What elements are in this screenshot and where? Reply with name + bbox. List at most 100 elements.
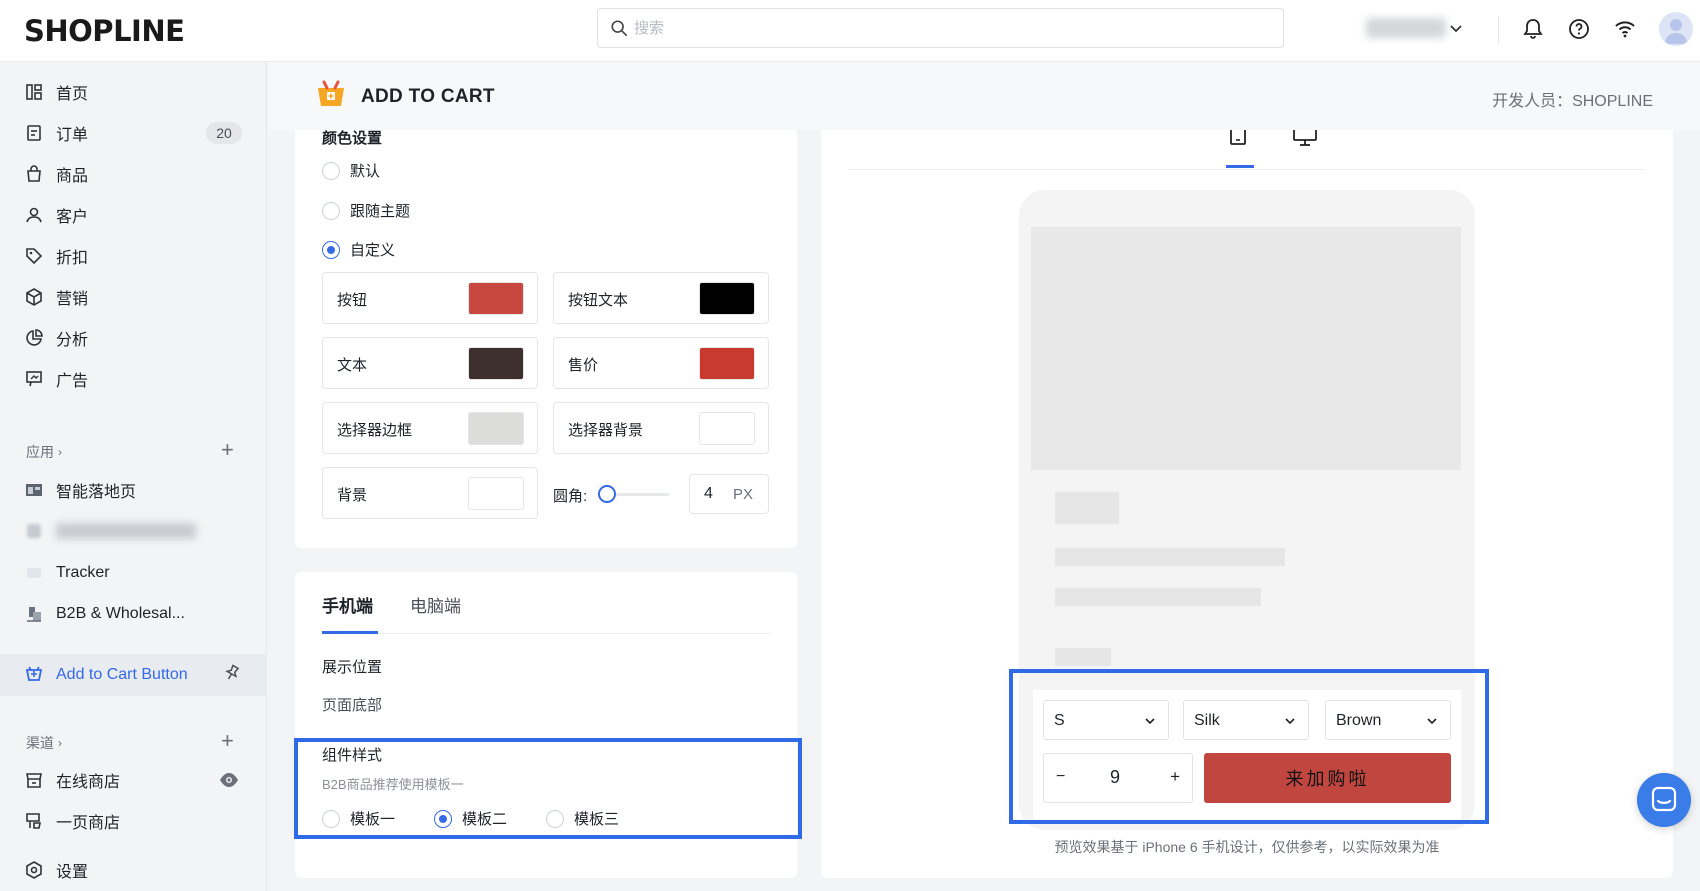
button-text-color-field[interactable]: 按钮文本 [553, 272, 769, 324]
color-swatch[interactable] [699, 347, 755, 380]
selector-border-color-field[interactable]: 选择器边框 [322, 402, 538, 454]
top-bar: SHOPLINE [0, 0, 1700, 62]
color-swatch[interactable] [699, 412, 755, 445]
billboard-icon [24, 369, 44, 389]
sidebar-item-label: 广告 [56, 373, 89, 390]
user-icon [24, 205, 44, 225]
color-swatch[interactable] [468, 412, 524, 445]
wifi-icon[interactable] [1612, 16, 1638, 42]
sidebar-item-label: 一页商店 [56, 815, 121, 832]
sidebar-channel-one-page-store[interactable]: 一页商店 [0, 802, 267, 840]
sidebar-channel-online-store[interactable]: 在线商店 [0, 761, 267, 799]
channels-section-header[interactable]: 渠道 › [26, 733, 62, 753]
search-box[interactable] [597, 8, 1284, 48]
order-icon [24, 123, 44, 143]
display-position-label: 展示位置 [322, 659, 383, 676]
color-swatch[interactable] [468, 347, 524, 380]
corner-radius-label: 圆角: [553, 488, 588, 505]
sidebar-item-orders[interactable]: 订单 20 [0, 114, 267, 152]
corner-radius-unit: PX [733, 486, 754, 503]
landing-page-icon [24, 480, 44, 500]
help-icon[interactable] [1566, 16, 1592, 42]
radio-button[interactable] [322, 161, 340, 180]
app-icon [24, 521, 44, 541]
corner-radius-slider-track[interactable] [607, 493, 669, 496]
shopline-logo[interactable]: SHOPLINE [24, 14, 185, 48]
sidebar-item-label: 首页 [56, 86, 89, 103]
sidebar-item-analytics[interactable]: 分析 [0, 319, 267, 357]
desktop-device-icon[interactable] [1292, 130, 1318, 150]
sidebar-item-customers[interactable]: 客户 [0, 196, 267, 234]
settings-icon [24, 860, 44, 880]
radio-label: 跟随主题 [350, 203, 411, 220]
avatar[interactable] [1659, 12, 1693, 46]
tag-icon [24, 246, 44, 266]
radio-button-selected[interactable] [322, 240, 340, 259]
color-option-theme[interactable]: 跟随主题 [322, 200, 410, 221]
color-option-default[interactable]: 默认 [322, 160, 380, 181]
display-position-value: 页面底部 [322, 697, 383, 714]
sidebar-item-settings[interactable]: 设置 [0, 851, 267, 889]
eye-icon[interactable] [219, 771, 239, 789]
sidebar-app-landing-page[interactable]: 智能落地页 [0, 471, 267, 509]
corner-radius-input[interactable]: 4 PX [689, 474, 769, 514]
cube-icon [24, 287, 44, 307]
color-option-custom[interactable]: 自定义 [322, 239, 395, 260]
sidebar-item-discounts[interactable]: 折扣 [0, 237, 267, 275]
pie-chart-icon [24, 328, 44, 348]
sidebar-app-blurred[interactable] [0, 512, 267, 550]
add-to-cart-app-logo [318, 80, 344, 106]
tab-mobile[interactable]: 手机端 [322, 592, 373, 617]
color-swatch[interactable] [699, 282, 755, 315]
chat-button[interactable] [1637, 773, 1691, 827]
sidebar-item-marketing[interactable]: 营销 [0, 278, 267, 316]
sidebar-item-label: 在线商店 [56, 774, 121, 791]
color-field-label: 背景 [337, 487, 368, 504]
color-field-label: 按钮 [337, 292, 368, 309]
shop-name-blurred[interactable] [1366, 18, 1446, 38]
selector-background-color-field[interactable]: 选择器背景 [553, 402, 769, 454]
sidebar-item-products[interactable]: 商品 [0, 155, 267, 193]
dashboard-icon [24, 82, 44, 102]
device-tabs: 手机端 电脑端 [322, 572, 770, 634]
page-header: ADD TO CART 开发人员：SHOPLINE [268, 62, 1700, 130]
developer-label: 开发人员：SHOPLINE [1492, 93, 1653, 110]
apps-section-header[interactable]: 应用 › [26, 442, 62, 462]
text-color-field[interactable]: 文本 [322, 337, 538, 389]
sidebar-item-home[interactable]: 首页 [0, 73, 267, 111]
sidebar-app-b2b[interactable]: B2B & Wholesal... [0, 595, 267, 633]
sidebar-item-label: 商品 [56, 168, 89, 185]
radio-label: 自定义 [350, 242, 396, 259]
bell-icon[interactable] [1520, 16, 1546, 42]
add-app-button[interactable]: + [221, 439, 234, 461]
sidebar-item-label: 智能落地页 [56, 484, 137, 501]
radio-button[interactable] [322, 201, 340, 220]
corner-radius-slider-handle[interactable] [598, 485, 616, 503]
background-color-field[interactable]: 背景 [322, 467, 538, 519]
sidebar-item-label: 折扣 [56, 250, 89, 267]
search-icon [611, 20, 628, 37]
button-color-field[interactable]: 按钮 [322, 272, 538, 324]
product-image-placeholder [1031, 227, 1461, 470]
color-swatch[interactable] [468, 282, 524, 315]
sidebar-item-label: Tracker [56, 564, 110, 581]
bag-icon [24, 164, 44, 184]
chevron-down-icon[interactable] [1446, 18, 1466, 38]
chat-icon [1651, 786, 1677, 812]
sidebar-app-add-to-cart[interactable]: Add to Cart Button [0, 654, 267, 696]
preview-disclaimer: 预览效果基于 iPhone 6 手机设计，仅供参考，以实际效果为准 [1054, 839, 1440, 855]
tab-desktop[interactable]: 电脑端 [410, 592, 461, 617]
add-channel-button[interactable]: + [221, 730, 234, 752]
sidebar-item-ads[interactable]: 广告 [0, 360, 267, 398]
sidebar-item-label: 分析 [56, 332, 89, 349]
tracker-icon [24, 563, 44, 583]
sidebar-app-tracker[interactable]: Tracker [0, 554, 267, 592]
preview-device-toggle [849, 130, 1645, 170]
color-swatch[interactable] [468, 477, 524, 510]
search-input[interactable] [634, 17, 1234, 39]
price-color-field[interactable]: 售价 [553, 337, 769, 389]
mobile-device-icon[interactable] [1225, 130, 1251, 150]
pin-icon[interactable] [223, 664, 241, 682]
b2b-icon [24, 604, 44, 624]
sidebar-item-label: 客户 [56, 209, 89, 226]
